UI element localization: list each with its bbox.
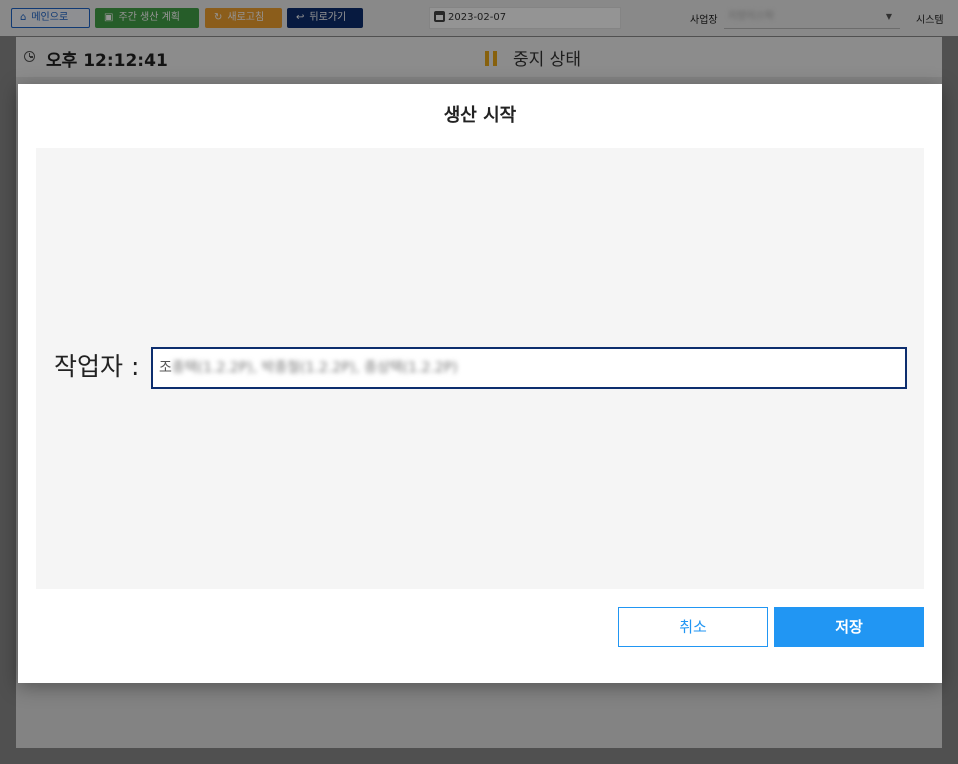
dialog-title: 생산 시작 (443, 105, 517, 126)
worker-value-rest: 종택(1.2.2P), 박종철(1.2.2P), 종상택(1.2.2P) (171, 360, 458, 376)
save-button[interactable]: 저장 (774, 607, 924, 647)
cancel-button[interactable]: 취소 (618, 607, 768, 647)
worker-label: 작업자 : (54, 352, 140, 381)
start-production-dialog: 생산 시작 작업자 : 조종택(1.2.2P), 박종철(1.2.2P), 종상… (18, 84, 942, 683)
dialog-body: 작업자 : 조종택(1.2.2P), 박종철(1.2.2P), 종상택(1.2.… (36, 148, 924, 589)
worker-input[interactable]: 조종택(1.2.2P), 박종철(1.2.2P), 종상택(1.2.2P) (151, 347, 907, 389)
worker-value-first: 조 (159, 360, 172, 376)
